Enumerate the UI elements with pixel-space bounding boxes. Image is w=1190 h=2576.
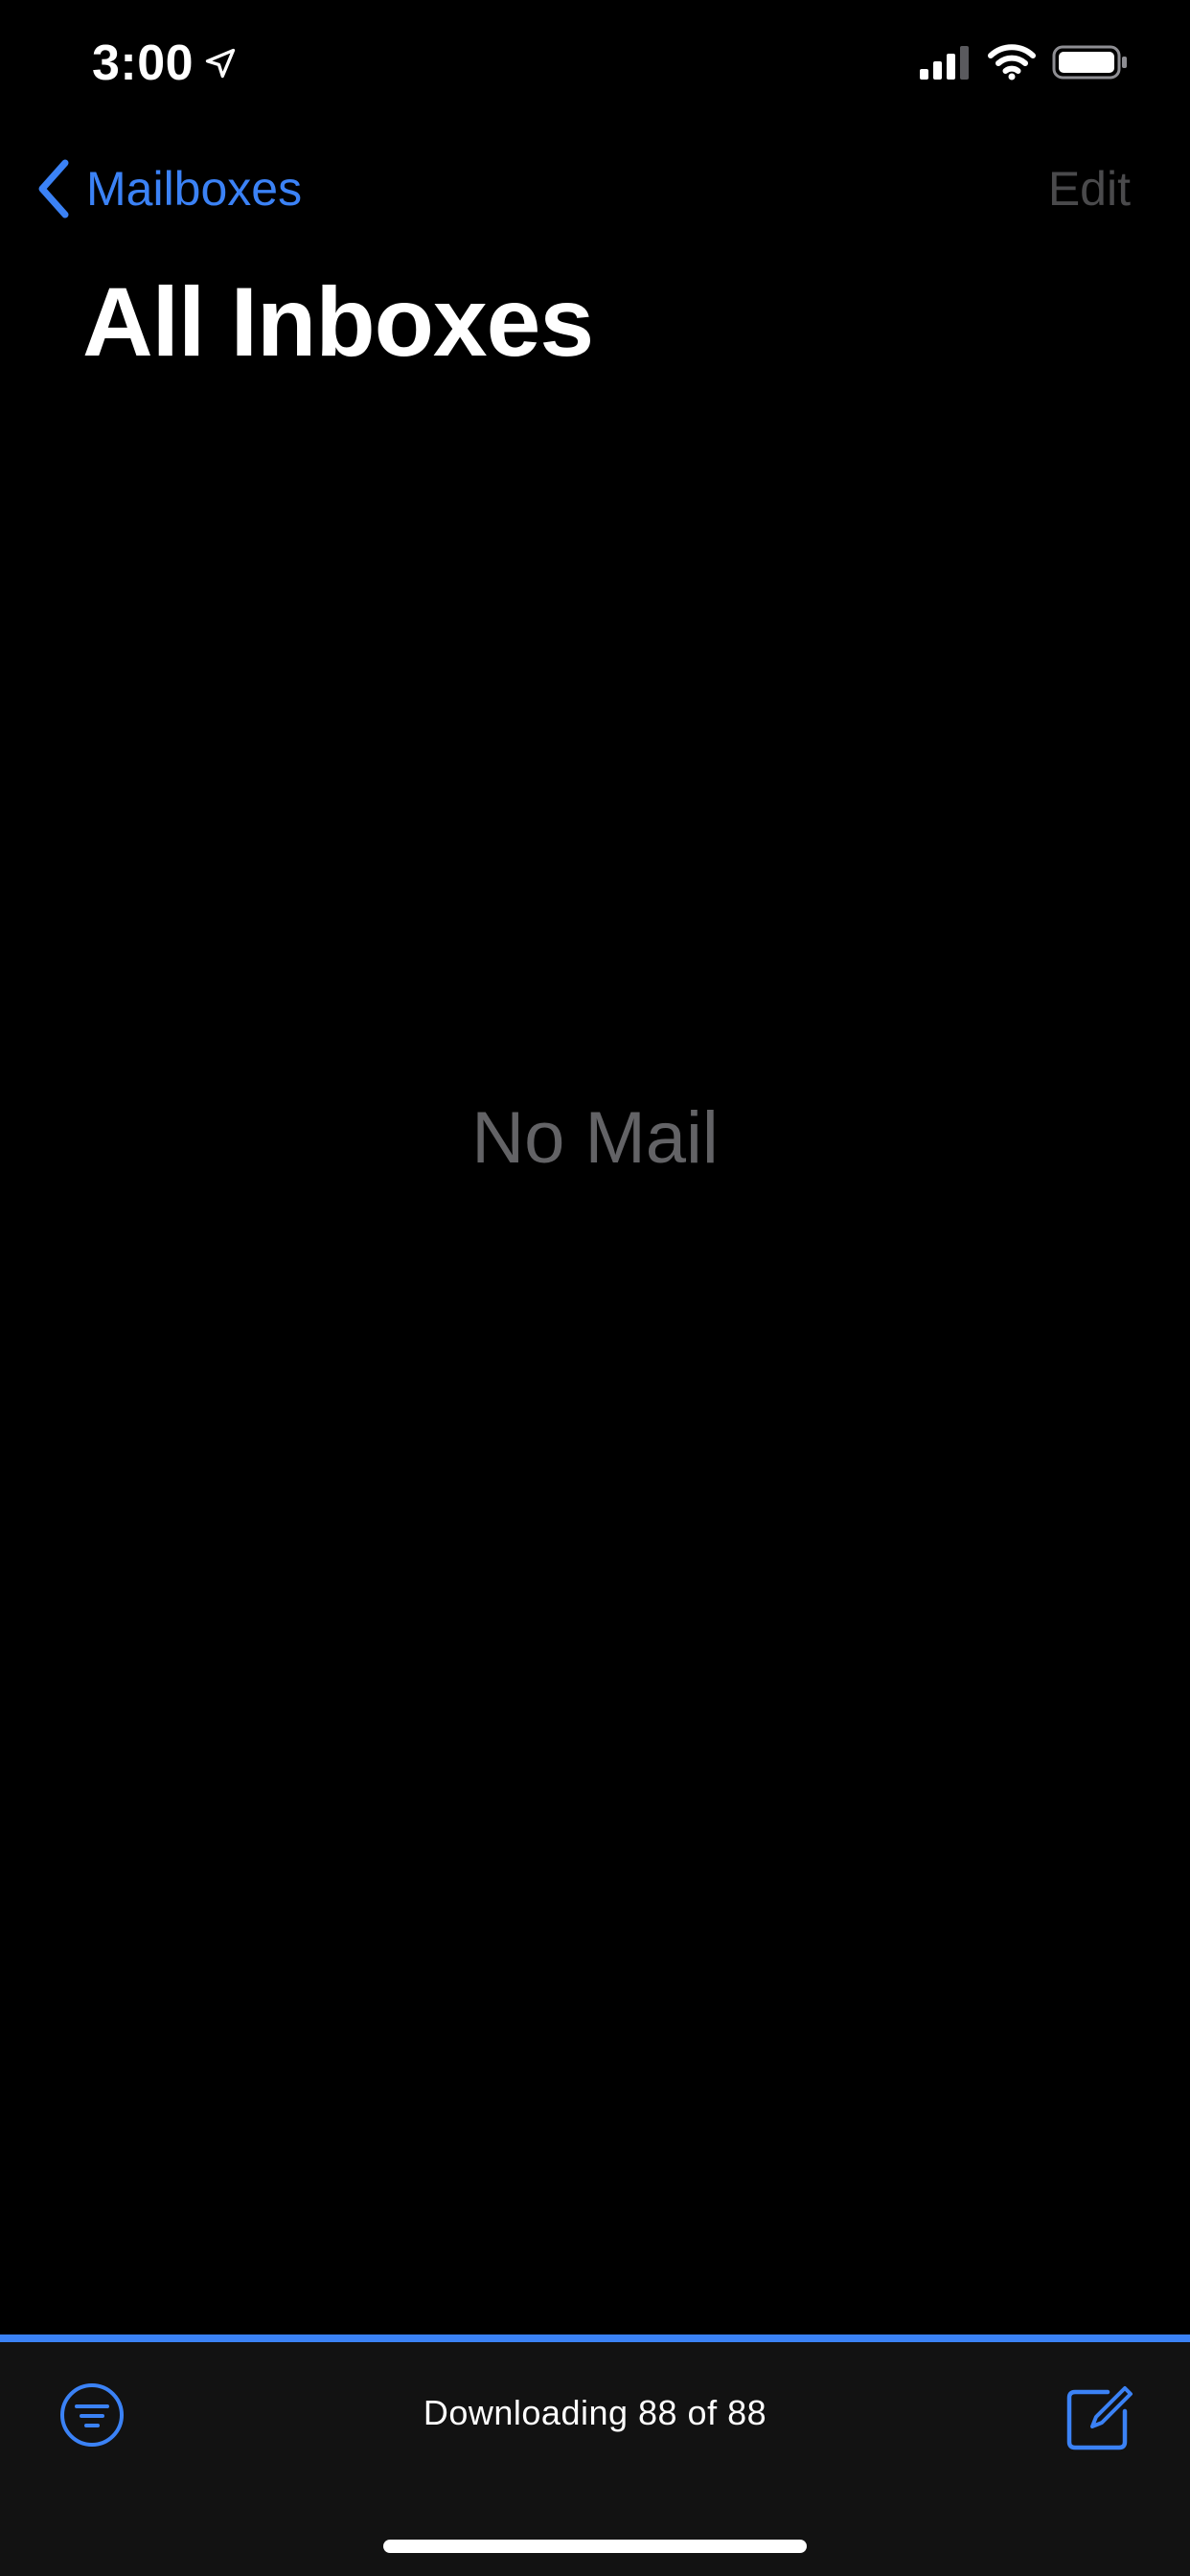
status-bar: 3:00 (0, 0, 1190, 134)
compose-icon[interactable] (1064, 2380, 1136, 2453)
download-status-text: Downloading 88 of 88 (423, 2393, 767, 2432)
page-title: All Inboxes (82, 267, 594, 377)
edit-button[interactable]: Edit (1048, 153, 1131, 224)
download-progress-bar (0, 2334, 1190, 2342)
empty-state-message: No Mail (471, 1097, 719, 1179)
location-arrow-icon (205, 48, 236, 79)
status-time: 3:00 (92, 35, 195, 91)
wifi-icon (988, 44, 1036, 80)
chevron-left-icon (38, 159, 69, 218)
cellular-signal-icon (920, 46, 969, 80)
download-progress-fill (0, 2334, 1190, 2342)
back-button-label: Mailboxes (86, 162, 303, 216)
home-indicator[interactable] (383, 2540, 807, 2553)
battery-icon (1052, 45, 1127, 80)
back-to-mailboxes-button[interactable]: Mailboxes (34, 153, 302, 224)
